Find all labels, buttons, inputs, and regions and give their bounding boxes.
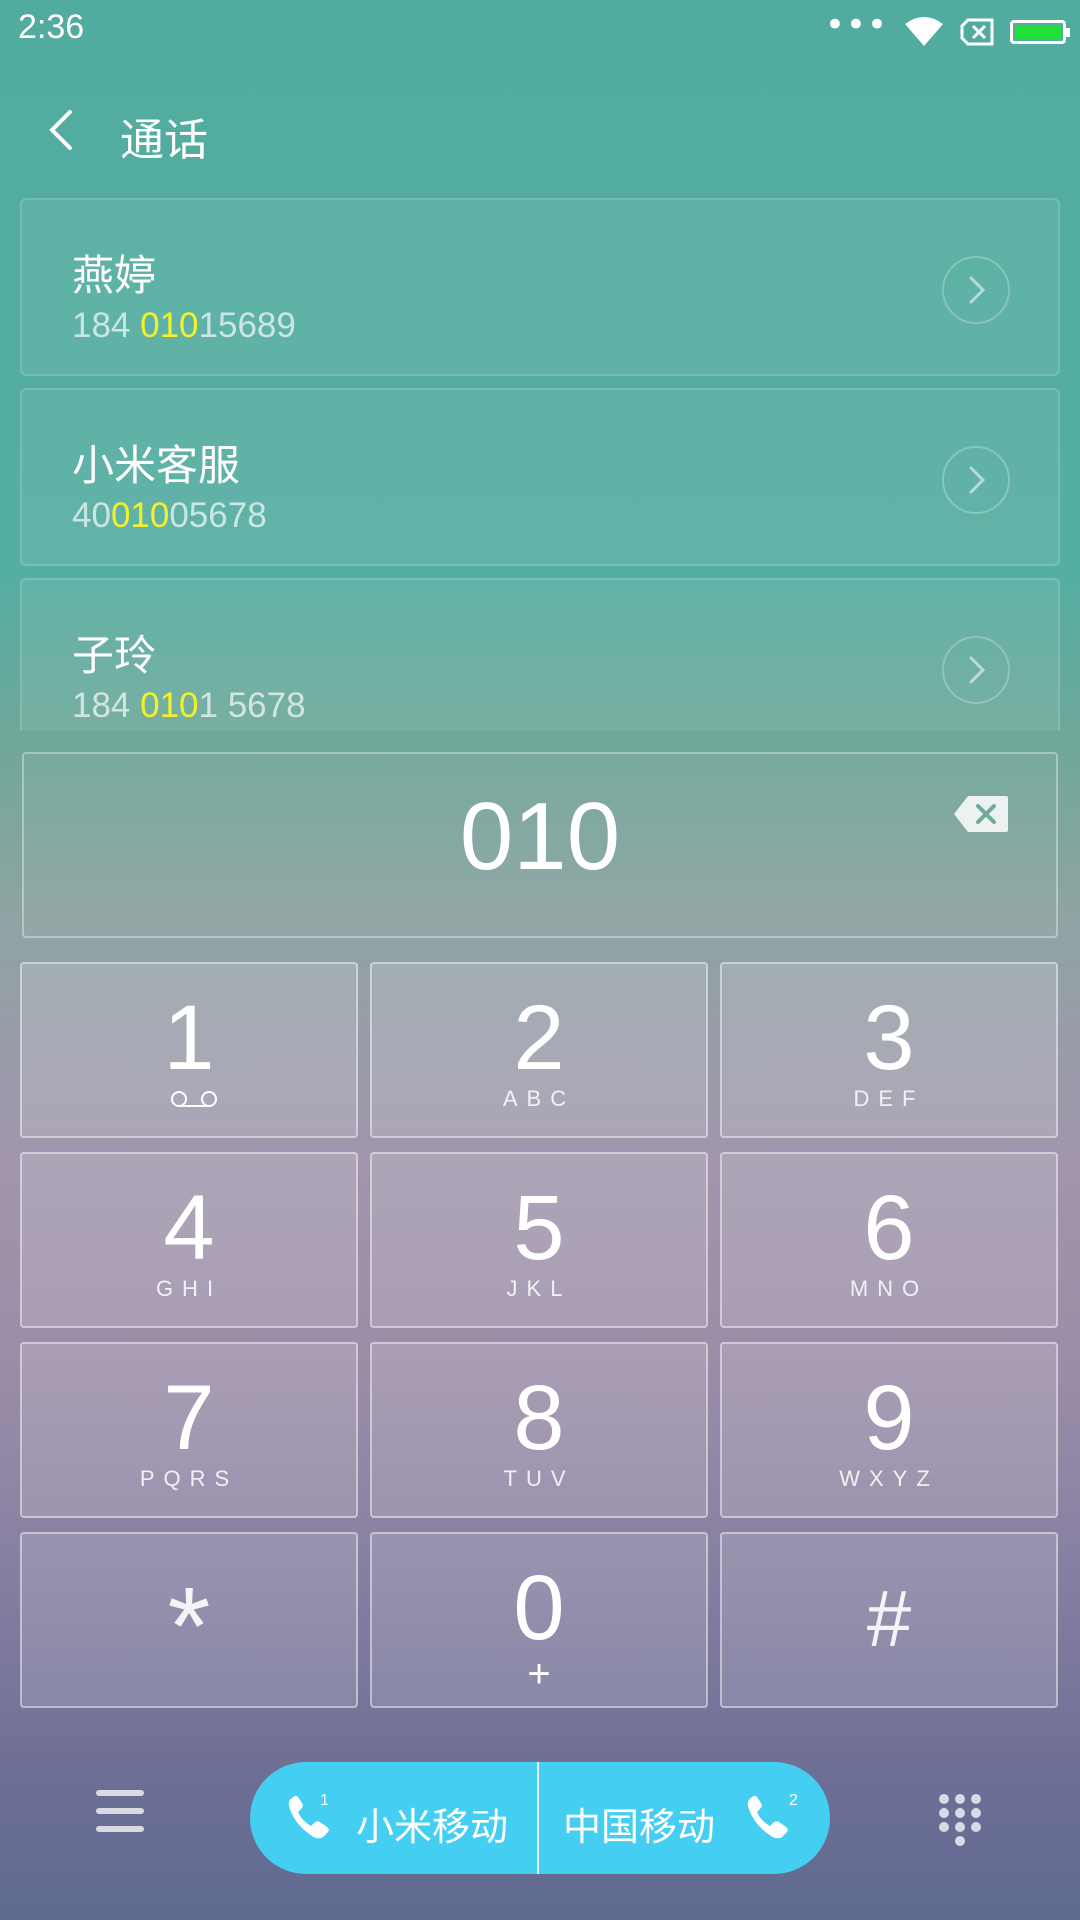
key-digit: 9 xyxy=(863,1367,915,1469)
key-letters: + xyxy=(527,1652,551,1696)
contact-results-list[interactable]: 燕婷 184 01015689 小米客服 4001005678 子玲 184 0… xyxy=(20,198,1060,730)
contact-item[interactable]: 燕婷 184 01015689 xyxy=(20,198,1060,376)
key-5[interactable]: 5 JKL xyxy=(370,1152,708,1328)
dialpad-icon xyxy=(939,1794,981,1846)
battery-icon xyxy=(1010,20,1070,44)
more-dots-icon: ••• xyxy=(824,5,888,45)
key-8[interactable]: 8 TUV xyxy=(370,1342,708,1518)
dialed-number-display: 010 xyxy=(22,752,1058,938)
key-digit: 8 xyxy=(513,1367,565,1469)
key-digit: 5 xyxy=(513,1177,565,1279)
key-digit: 3 xyxy=(863,987,915,1089)
number-suffix: 05678 xyxy=(169,496,267,535)
sim-number: 2 xyxy=(789,1792,798,1809)
number-match: 010 xyxy=(110,496,170,535)
backspace-icon xyxy=(954,796,1008,832)
key-digit: 7 xyxy=(163,1367,215,1469)
dialed-number: 010 xyxy=(459,783,621,890)
number-suffix: 15689 xyxy=(198,306,296,345)
contact-item[interactable]: 小米客服 4001005678 xyxy=(20,388,1060,566)
number-prefix: 184 xyxy=(72,686,141,725)
contact-detail-button[interactable] xyxy=(942,256,1010,324)
call-sim1-label: 小米移动 xyxy=(356,1805,509,1849)
number-prefix: 184 xyxy=(72,306,141,345)
key-letters: MNO xyxy=(849,1276,929,1301)
key-digit: 1 xyxy=(163,987,215,1089)
key-letters: ABC xyxy=(502,1086,576,1111)
call-sim2-button[interactable]: 中国移动 2 xyxy=(539,1762,830,1874)
number-match: 010 xyxy=(140,306,199,345)
key-0[interactable]: 0 + xyxy=(370,1532,708,1708)
status-time: 2:36 xyxy=(18,8,85,46)
key-digit: * xyxy=(167,1565,211,1688)
key-2[interactable]: 2 ABC xyxy=(370,962,708,1138)
key-4[interactable]: 4 GHI xyxy=(20,1152,358,1328)
page-title: 通话 xyxy=(120,115,208,166)
key-letters: WXYZ xyxy=(839,1466,939,1491)
key-hash[interactable]: # xyxy=(720,1532,1058,1708)
wifi-icon xyxy=(905,17,943,46)
chevron-right-icon xyxy=(969,276,986,304)
sim-number: 1 xyxy=(320,1792,329,1809)
key-digit: 6 xyxy=(863,1177,915,1279)
phone-icon xyxy=(747,1795,788,1839)
key-digit: 0 xyxy=(513,1557,565,1659)
hamburger-menu-icon[interactable] xyxy=(96,1790,144,1834)
status-bar: 2:36 ••• xyxy=(0,0,1080,60)
key-digit: 2 xyxy=(513,987,565,1089)
key-letters: DEF xyxy=(853,1086,925,1111)
call-sim2-label: 中国移动 xyxy=(563,1805,716,1849)
back-button[interactable] xyxy=(36,102,92,158)
contact-number: 184 0101 5678 xyxy=(72,686,306,726)
key-letters: TUV xyxy=(503,1466,575,1491)
status-icons: ••• xyxy=(825,5,1070,52)
voicemail-icon xyxy=(171,1091,217,1107)
chevron-right-icon xyxy=(969,656,986,684)
key-7[interactable]: 7 PQRS xyxy=(20,1342,358,1518)
chevron-right-icon xyxy=(969,466,986,494)
contact-item[interactable]: 子玲 184 0101 5678 xyxy=(20,578,1060,730)
number-prefix: 40 xyxy=(72,496,111,535)
key-digit: 4 xyxy=(163,1177,215,1279)
delete-button[interactable] xyxy=(952,794,1010,834)
bottom-bar: 1 小米移动 中国移动 2 xyxy=(0,1740,1080,1900)
key-3[interactable]: 3 DEF xyxy=(720,962,1058,1138)
dialer-screen: 2:36 ••• 通话 燕婷 184 01015689 小米客服 4001005… xyxy=(0,0,1080,1920)
key-letters: PQRS xyxy=(139,1466,239,1491)
header: 通话 xyxy=(0,80,1080,180)
contact-number: 4001005678 xyxy=(72,496,267,536)
key-letters: JKL xyxy=(506,1276,572,1301)
contact-name: 小米客服 xyxy=(72,441,241,490)
key-1[interactable]: 1 xyxy=(20,962,358,1138)
key-star[interactable]: * xyxy=(20,1532,358,1708)
key-6[interactable]: 6 MNO xyxy=(720,1152,1058,1328)
number-match: 010 xyxy=(140,686,199,725)
dial-keypad: 1 2 ABC 3 DEF 4 GHI 5 JKL 6 MNO 7 PQRS 8… xyxy=(20,962,1060,1708)
contact-detail-button[interactable] xyxy=(942,636,1010,704)
key-digit: # xyxy=(866,1574,912,1663)
chevron-left-icon xyxy=(49,110,72,150)
contact-name: 燕婷 xyxy=(72,251,157,300)
no-sim-icon xyxy=(960,18,994,46)
dialpad-toggle-button[interactable] xyxy=(936,1792,984,1848)
key-9[interactable]: 9 WXYZ xyxy=(720,1342,1058,1518)
number-suffix: 1 5678 xyxy=(198,686,306,725)
key-letters: GHI xyxy=(155,1276,223,1301)
contact-detail-button[interactable] xyxy=(942,446,1010,514)
call-sim1-button[interactable]: 1 小米移动 xyxy=(250,1762,539,1874)
dual-sim-call-group: 1 小米移动 中国移动 2 xyxy=(250,1762,830,1874)
contact-number: 184 01015689 xyxy=(72,306,296,346)
contact-name: 子玲 xyxy=(72,631,157,680)
